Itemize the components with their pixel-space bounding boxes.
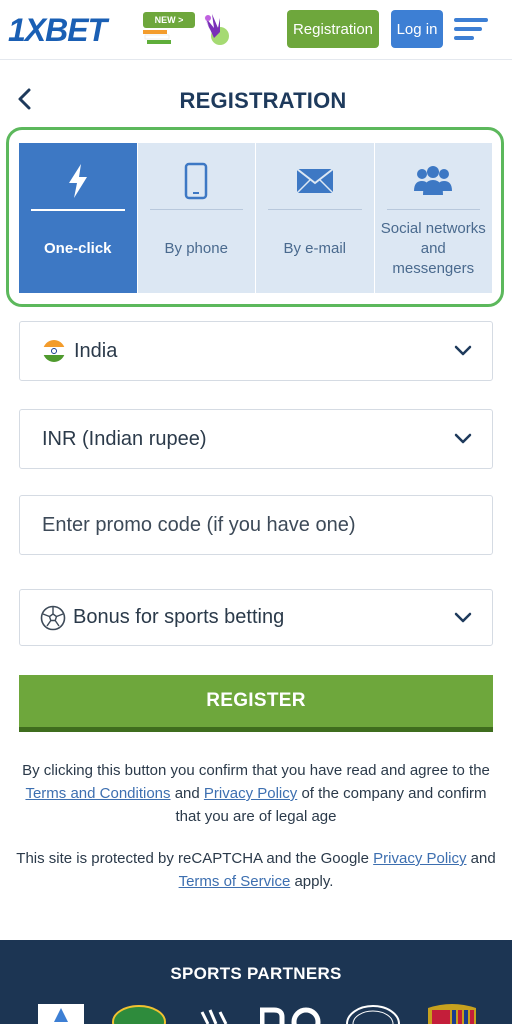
- envelope-icon: [296, 168, 334, 194]
- promo-hand-icon[interactable]: [196, 10, 234, 48]
- tab-social-networks[interactable]: Social networks and messengers: [374, 143, 492, 293]
- promo-code-field[interactable]: [19, 495, 493, 555]
- recaptcha-text-start: This site is protected by reCAPTCHA and …: [16, 850, 369, 867]
- tab-by-phone[interactable]: By phone: [137, 143, 255, 293]
- partner-logo-5[interactable]: [346, 1004, 400, 1024]
- partner-logo-1[interactable]: [38, 1004, 84, 1024]
- country-select[interactable]: India: [19, 321, 493, 381]
- group-icon: [414, 166, 453, 195]
- registration-method-tabs: One-click By phone By e-mail Social netw…: [19, 143, 492, 293]
- tab-one-click-label: One-click: [43, 240, 112, 257]
- soccer-ball-icon: [40, 605, 66, 630]
- recaptcha-text-end: apply.: [294, 873, 334, 890]
- terms-and-word: and: [174, 785, 200, 802]
- currency-value: INR (Indian rupee): [42, 427, 207, 450]
- privacy-policy-link[interactable]: Privacy Policy: [204, 785, 297, 802]
- header-registration-button[interactable]: Registration: [287, 10, 379, 48]
- recaptcha-notice: This site is protected by reCAPTCHA and …: [16, 847, 496, 893]
- tab-by-email-label: By e-mail: [283, 240, 346, 257]
- chevron-down-icon: [454, 612, 472, 623]
- chevron-down-icon: [454, 433, 472, 444]
- phone-icon: [185, 162, 208, 200]
- country-value: India: [74, 339, 118, 362]
- tab-by-phone-label: By phone: [164, 240, 228, 257]
- partner-logo-3[interactable]: [200, 1004, 234, 1024]
- india-flag-icon: [43, 340, 65, 362]
- tab-one-click[interactable]: One-click: [19, 143, 137, 293]
- logo[interactable]: 1XBET: [8, 10, 107, 50]
- sports-partners-title: SPORTS PARTNERS: [170, 964, 342, 983]
- tab-by-email[interactable]: By e-mail: [256, 143, 374, 293]
- terms-agreement-text: By clicking this button you confirm that…: [16, 759, 496, 828]
- currency-select[interactable]: INR (Indian rupee): [19, 409, 493, 469]
- lightning-icon: [68, 164, 87, 198]
- google-privacy-policy-link[interactable]: Privacy Policy: [373, 850, 466, 867]
- header-login-button[interactable]: Log in: [391, 10, 443, 48]
- bonus-select[interactable]: Bonus for sports betting: [19, 589, 493, 646]
- bonus-value: Bonus for sports betting: [73, 606, 285, 628]
- terms-text-start: By clicking this button you confirm that…: [22, 762, 490, 779]
- promo-code-input[interactable]: [20, 513, 492, 537]
- hamburger-menu-icon[interactable]: [452, 14, 492, 44]
- top-header: 1XBET NEW > Registration Log in: [0, 0, 512, 60]
- logo-text: 1XBET: [8, 11, 107, 48]
- page-title: REGISTRATION: [179, 88, 347, 113]
- recaptcha-and-word: and: [470, 850, 496, 867]
- new-badge[interactable]: NEW >: [143, 12, 195, 28]
- india-flag-icon: [143, 30, 171, 44]
- tab-social-networks-label: Social networks and messengers: [380, 220, 486, 277]
- terms-and-conditions-link[interactable]: Terms and Conditions: [25, 785, 170, 802]
- partner-logo-2[interactable]: [112, 1004, 166, 1024]
- register-button[interactable]: REGISTER: [19, 675, 493, 732]
- sports-partners-footer: SPORTS PARTNERS: [0, 940, 512, 1024]
- partner-logo-4[interactable]: [260, 1004, 328, 1024]
- partner-logo-6[interactable]: [424, 1004, 480, 1024]
- chevron-down-icon: [454, 345, 472, 356]
- terms-of-service-link[interactable]: Terms of Service: [179, 873, 291, 890]
